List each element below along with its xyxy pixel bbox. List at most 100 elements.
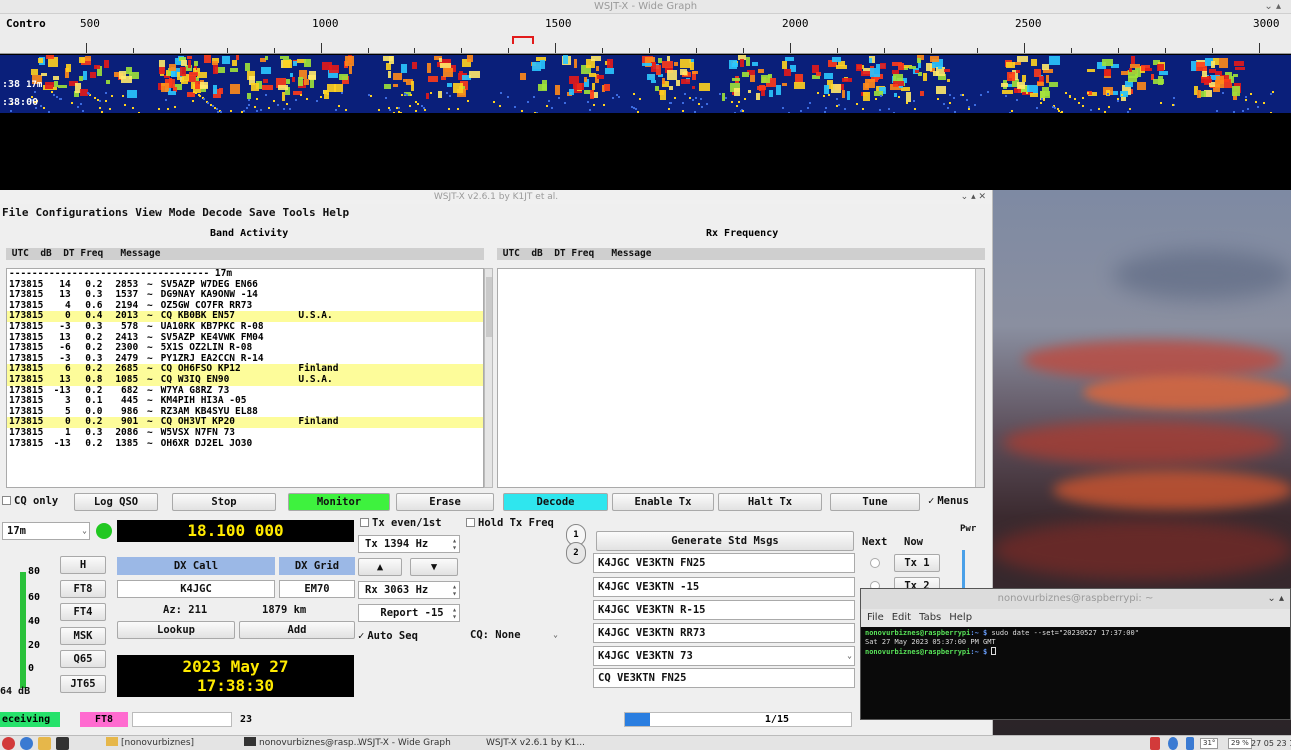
rx-frequency-scrollbar[interactable] <box>975 269 984 487</box>
tx3-message-field[interactable]: K4JGC VE3KTN R-15 <box>593 600 855 620</box>
down-arrow-button[interactable]: ▼ <box>410 558 458 576</box>
add-button[interactable]: Add <box>239 621 355 639</box>
menu-bar: File Configurations View Mode Decode Sav… <box>0 204 992 222</box>
rx-freq-spinbox[interactable]: Rx 3063 Hz ▴ ▾ <box>358 581 460 599</box>
tx6-message-field[interactable]: CQ VE3KTN FN25 <box>593 668 855 688</box>
menus-checkbox[interactable]: ✓ Menus <box>928 495 969 507</box>
band-activity-row[interactable]: 173815 1 0.3 2086 ~ W5VSX N7FN 73 <box>7 427 483 439</box>
terminal-menu-tabs[interactable]: Tabs <box>919 609 941 627</box>
decode-button[interactable]: Decode <box>503 493 608 511</box>
volume-icon[interactable] <box>1168 737 1178 750</box>
band-activity-row[interactable]: 173815 13 0.8 1085 ~ CQ W3IQ EN90 U.S.A. <box>7 374 483 386</box>
monitor-button[interactable]: Monitor <box>288 493 390 511</box>
taskbar-item-wsjtx[interactable]: WSJT-X v2.6.1 by K1... <box>486 737 585 750</box>
dx-grid-field[interactable]: EM70 <box>279 580 355 598</box>
report-spinbox[interactable]: Report -15 ▴ ▾ <box>358 604 460 622</box>
rx-frequency-list[interactable] <box>497 268 985 488</box>
hold-tx-freq-checkbox[interactable]: Hold Tx Freq <box>466 517 554 529</box>
band-select[interactable]: 17m ⌄ <box>2 522 90 540</box>
mode-jt65-button[interactable]: JT65 <box>60 675 106 693</box>
menu-mode[interactable]: Mode <box>169 204 196 222</box>
band-activity-row[interactable]: 173815 5 0.0 986 ~ RZ3AM KB4SYU EL88 <box>7 406 483 418</box>
dx-call-field[interactable]: K4JGC <box>117 580 275 598</box>
cq-select[interactable]: CQ: None ⌄ <box>466 627 566 645</box>
message-tab-2[interactable]: 2 <box>566 542 586 564</box>
taskbar-item-wide-graph[interactable]: WSJT-X - Wide Graph <box>358 737 451 750</box>
tx1-now-button[interactable]: Tx 1 <box>894 554 940 572</box>
taskbar-item-folder[interactable]: [nonovurbiznes] <box>106 737 194 750</box>
mode-h-button[interactable]: H <box>60 556 106 574</box>
tick-label: 500 <box>80 17 100 30</box>
terminal-window[interactable]: nonovurbiznes@raspberrypi: ~ ⌄ ▴ File Ed… <box>860 588 1291 720</box>
browser-icon[interactable] <box>20 737 33 750</box>
band-activity-row[interactable]: 173815 6 0.2 2685 ~ CQ OH6FSO KP12 Finlan… <box>7 364 483 375</box>
progress-text: 1/15 <box>764 714 789 725</box>
stop-button[interactable]: Stop <box>172 493 276 511</box>
main-title: WSJT-X v2.6.1 by K1JT et al. <box>433 192 559 202</box>
network-icon[interactable] <box>1150 737 1160 750</box>
mode-ft4-button[interactable]: FT4 <box>60 603 106 621</box>
menu-view[interactable]: View <box>135 204 162 222</box>
up-arrow-button[interactable]: ▲ <box>358 558 402 576</box>
band-activity-header: UTC dB DT Freq Message <box>6 248 484 260</box>
band-activity-row[interactable]: 173815 -3 0.3 2479 ~ PY1ZRJ EA2CCN R-14 <box>7 353 483 365</box>
band-activity-scrollbar[interactable] <box>484 268 493 488</box>
generate-std-msgs-button[interactable]: Generate Std Msgs <box>596 531 854 551</box>
menu-decode[interactable]: Decode <box>202 204 242 222</box>
taskbar-clock[interactable]: 27 05 23 17:38 <box>1251 737 1291 750</box>
power-slider[interactable] <box>962 550 965 590</box>
mode-msk-button[interactable]: MSK <box>60 627 106 645</box>
mode-ft8-button[interactable]: FT8 <box>60 580 106 598</box>
chevron-down-icon: ⌄ <box>82 526 87 535</box>
tx5-message-field[interactable]: K4JGC VE3KTN 73 ⌄ <box>593 646 855 666</box>
waterfall-display[interactable]: :38 17m :38:00 <box>0 55 1291 113</box>
terminal-output[interactable]: nonovurbiznes@raspberrypi:~ $ sudo date … <box>861 627 1290 659</box>
band-separator: ----------------------------------- 17m <box>9 268 233 279</box>
auto-seq-checkbox[interactable]: ✓ Auto Seq <box>358 630 418 642</box>
menu-help[interactable]: Help <box>323 204 350 222</box>
menu-file[interactable]: File <box>2 204 29 222</box>
band-activity-row[interactable]: 173815 -13 0.2 1385 ~ OH6XR DJ2EL JO30 <box>7 438 483 450</box>
mode-q65-button[interactable]: Q65 <box>60 650 106 668</box>
menu-configurations[interactable]: Configurations <box>36 204 129 222</box>
receiving-status: eceiving <box>0 712 60 727</box>
tx2-message-field[interactable]: K4JGC VE3KTN -15 <box>593 577 855 597</box>
tx1-message-field[interactable]: K4JGC VE3KTN FN25 <box>593 553 855 573</box>
terminal-menu-file[interactable]: File <box>867 609 884 627</box>
microphone-icon[interactable] <box>1186 737 1194 750</box>
band-activity-row[interactable]: 173815 4 0.6 2194 ~ OZ5GW CO7FR RR73 <box>7 300 483 312</box>
chevron-down-icon: ⌄ <box>553 630 558 639</box>
tx-frequency-marker <box>512 36 534 44</box>
band-activity-row[interactable]: 173815 -3 0.3 578 ~ UA10RK KB7PKC R-08 <box>7 321 483 333</box>
band-activity-list[interactable]: ----------------------------------- 17m … <box>6 268 484 488</box>
terminal-menu-help[interactable]: Help <box>949 609 972 627</box>
terminal-icon[interactable] <box>56 737 69 750</box>
tx-even-checkbox[interactable]: Tx even/1st <box>360 517 442 529</box>
cq-only-checkbox[interactable]: CQ only <box>2 495 58 507</box>
clock-date: 2023 May 27 <box>182 657 289 676</box>
log-qso-button[interactable]: Log QSO <box>74 493 158 511</box>
window-controls-icon[interactable]: ⌄ ▴ <box>1267 589 1284 609</box>
cpu-usage: 29 % <box>1228 738 1252 749</box>
file-manager-icon[interactable] <box>38 737 51 750</box>
control-label[interactable]: Contro <box>6 17 46 30</box>
erase-button[interactable]: Erase <box>396 493 494 511</box>
terminal-menu-edit[interactable]: Edit <box>892 609 911 627</box>
taskbar-item-terminal[interactable]: nonovurbiznes@rasp... <box>244 737 362 750</box>
tune-button[interactable]: Tune <box>830 493 920 511</box>
frequency-ruler[interactable]: Contro 500 1000 1500 2000 2500 3000 <box>0 14 1291 54</box>
tx-progress: 1/15 <box>624 712 852 727</box>
menu-tools[interactable]: Tools <box>282 204 315 222</box>
halt-tx-button[interactable]: Halt Tx <box>718 493 822 511</box>
raspberry-menu-icon[interactable] <box>2 737 15 750</box>
window-controls-icon[interactable]: ⌄ ▴ ✕ <box>961 190 986 204</box>
tx-freq-spinbox[interactable]: Tx 1394 Hz ▴ ▾ <box>358 535 460 553</box>
window-controls-icon[interactable]: ⌄ ▴ <box>1264 0 1281 14</box>
meter-label: 40 <box>28 616 41 627</box>
tx1-next-radio[interactable] <box>870 558 880 568</box>
band-activity-row[interactable]: 173815 0 0.2 901 ~ CQ OH3VT KP20 Finland <box>7 417 483 428</box>
lookup-button[interactable]: Lookup <box>117 621 235 639</box>
tx4-message-field[interactable]: K4JGC VE3KTN RR73 <box>593 623 855 643</box>
enable-tx-button[interactable]: Enable Tx <box>612 493 714 511</box>
menu-save[interactable]: Save <box>249 204 276 222</box>
